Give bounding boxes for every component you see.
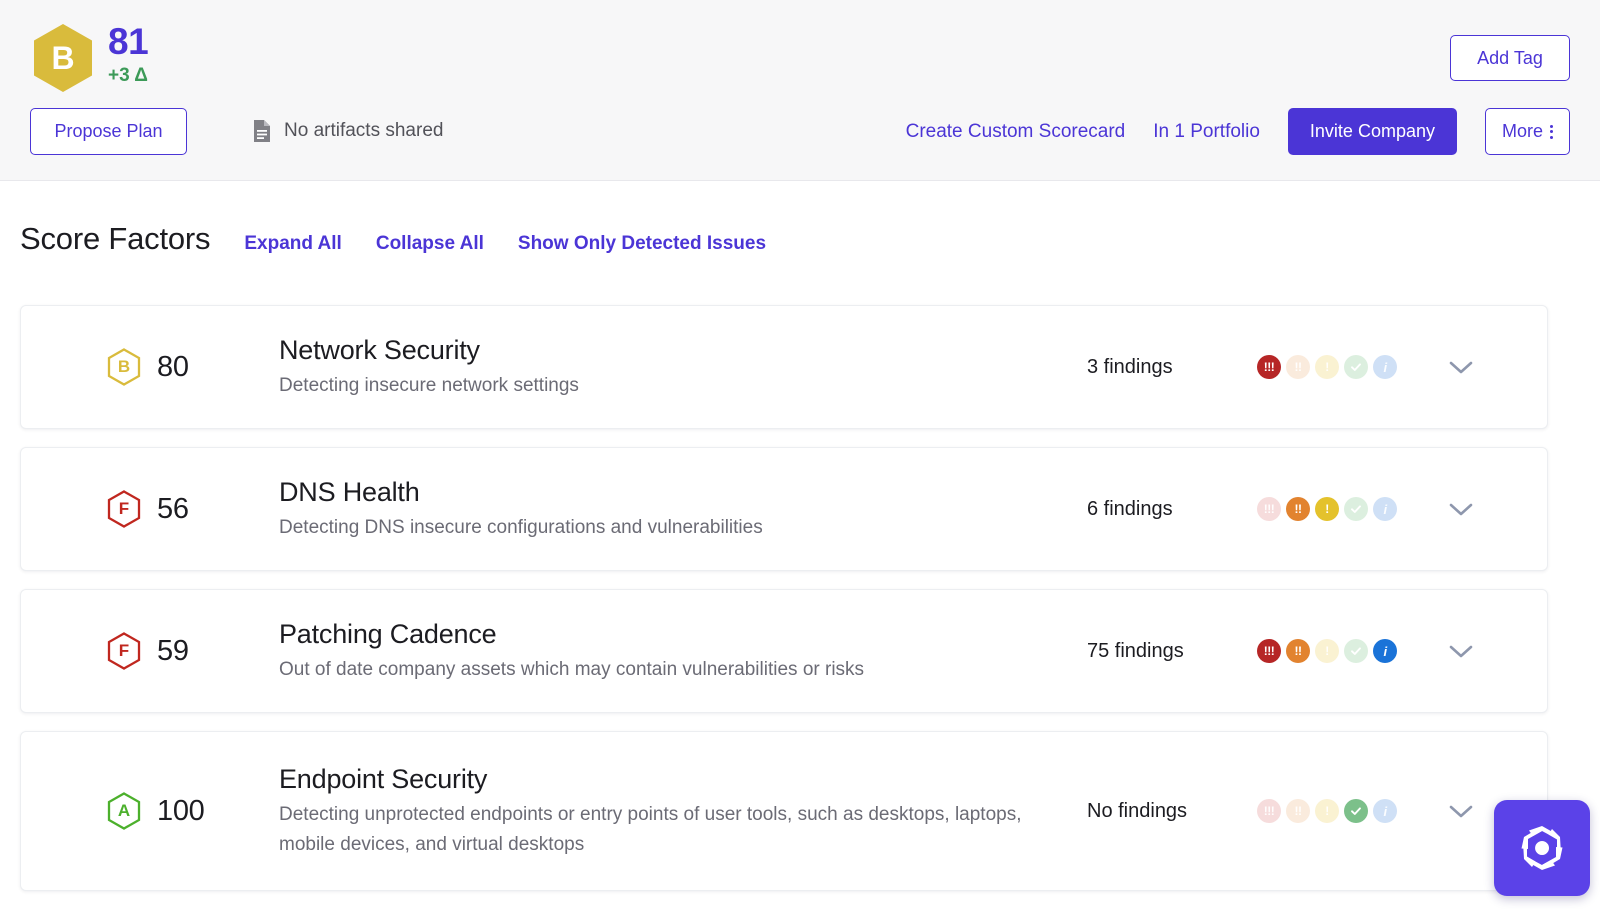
more-button[interactable]: More — [1485, 108, 1570, 155]
chevron-down-icon — [1448, 359, 1474, 375]
severity-badge-medium[interactable]: !! — [1286, 355, 1310, 379]
expand-toggle[interactable] — [1401, 643, 1521, 659]
factor-description: Detecting insecure network settings — [279, 371, 1057, 401]
factor-name: Network Security — [279, 333, 1057, 367]
score-factors-list: B 80 Network Security Detecting insecure… — [20, 305, 1548, 909]
factor-grade-hexagon-icon: F — [107, 632, 141, 670]
severity-badge-high[interactable]: !!! — [1257, 639, 1281, 663]
score-factor-card[interactable]: F 59 Patching Cadence Out of date compan… — [20, 589, 1548, 713]
info-cell: Network Security Detecting insecure netw… — [279, 333, 1087, 401]
severity-badge-info[interactable]: i — [1373, 799, 1397, 823]
severity-badge-high[interactable]: !!! — [1257, 799, 1281, 823]
artifacts-label: No artifacts shared — [284, 120, 443, 142]
factor-name: Patching Cadence — [279, 617, 1057, 651]
page-header: B 81 +3 Δ Propose Plan No artifacts shar… — [0, 0, 1600, 181]
severity-badges: !!!!!! i — [1257, 799, 1401, 823]
header-actions: Create Custom Scorecard In 1 Portfolio I… — [906, 108, 1570, 155]
factor-grade-letter: B — [107, 348, 141, 386]
hexagon-aperture-logo-icon — [1515, 821, 1569, 875]
propose-plan-button[interactable]: Propose Plan — [30, 108, 187, 155]
chevron-down-icon — [1448, 803, 1474, 819]
grade-cell: A 100 — [47, 792, 279, 830]
company-score-block: B 81 +3 Δ — [30, 22, 148, 94]
severity-badges: !!!!!! i — [1257, 639, 1401, 663]
factor-description: Out of date company assets which may con… — [279, 655, 1057, 685]
assistant-fab-button[interactable] — [1494, 800, 1590, 896]
severity-badge-info[interactable]: i — [1373, 639, 1397, 663]
severity-badge-positive[interactable] — [1344, 497, 1368, 521]
company-score: 81 — [108, 22, 148, 62]
factor-score: 59 — [157, 635, 189, 668]
findings-count: 6 findings — [1087, 498, 1257, 521]
artifacts-status: No artifacts shared — [252, 119, 443, 143]
factor-score: 80 — [157, 351, 189, 384]
in-portfolio-link[interactable]: In 1 Portfolio — [1153, 121, 1260, 143]
factor-score: 56 — [157, 493, 189, 526]
severity-badge-low[interactable]: ! — [1315, 355, 1339, 379]
factor-grade-letter: A — [107, 792, 141, 830]
company-grade-hexagon-icon: B — [30, 22, 96, 94]
severity-badge-high[interactable]: !!! — [1257, 355, 1281, 379]
chevron-down-icon — [1448, 643, 1474, 659]
add-tag-button[interactable]: Add Tag — [1450, 35, 1570, 81]
expand-all-link[interactable]: Expand All — [244, 233, 341, 255]
show-only-detected-issues-link[interactable]: Show Only Detected Issues — [518, 233, 766, 255]
info-cell: Endpoint Security Detecting unprotected … — [279, 762, 1087, 860]
factor-grade-letter: F — [107, 490, 141, 528]
company-score-delta: +3 Δ — [108, 64, 148, 88]
factor-grade-hexagon-icon: A — [107, 792, 141, 830]
severity-badge-medium[interactable]: !! — [1286, 497, 1310, 521]
expand-toggle[interactable] — [1401, 501, 1521, 517]
severity-badges: !!!!!! i — [1257, 355, 1401, 379]
factor-name: DNS Health — [279, 475, 1057, 509]
more-button-label: More — [1502, 121, 1543, 142]
company-grade-letter: B — [51, 42, 74, 74]
score-factor-card[interactable]: A 100 Endpoint Security Detecting unprot… — [20, 731, 1548, 891]
invite-company-button[interactable]: Invite Company — [1288, 108, 1457, 155]
expand-toggle[interactable] — [1401, 359, 1521, 375]
severity-badge-low[interactable]: ! — [1315, 799, 1339, 823]
severity-badges: !!!!!! i — [1257, 497, 1401, 521]
severity-badge-positive[interactable] — [1344, 355, 1368, 379]
grade-cell: F 59 — [47, 632, 279, 670]
severity-badge-medium[interactable]: !! — [1286, 639, 1310, 663]
score-factor-card[interactable]: B 80 Network Security Detecting insecure… — [20, 305, 1548, 429]
score-factor-card[interactable]: F 56 DNS Health Detecting DNS insecure c… — [20, 447, 1548, 571]
factor-description: Detecting unprotected endpoints or entry… — [279, 800, 1057, 860]
severity-badge-high[interactable]: !!! — [1257, 497, 1281, 521]
score-factors-header: Score Factors Expand All Collapse All Sh… — [20, 221, 766, 257]
create-custom-scorecard-link[interactable]: Create Custom Scorecard — [906, 121, 1126, 143]
severity-badge-info[interactable]: i — [1373, 497, 1397, 521]
findings-count: 3 findings — [1087, 356, 1257, 379]
chevron-down-icon — [1448, 501, 1474, 517]
grade-cell: B 80 — [47, 348, 279, 386]
severity-badge-positive[interactable] — [1344, 639, 1368, 663]
collapse-all-link[interactable]: Collapse All — [376, 233, 484, 255]
severity-badge-low[interactable]: ! — [1315, 497, 1339, 521]
severity-badge-low[interactable]: ! — [1315, 639, 1339, 663]
grade-cell: F 56 — [47, 490, 279, 528]
severity-badge-medium[interactable]: !! — [1286, 799, 1310, 823]
factor-score: 100 — [157, 795, 205, 828]
severity-badge-info[interactable]: i — [1373, 355, 1397, 379]
factor-description: Detecting DNS insecure configurations an… — [279, 513, 1057, 543]
factor-grade-hexagon-icon: B — [107, 348, 141, 386]
page-title: Score Factors — [20, 221, 210, 257]
info-cell: Patching Cadence Out of date company ass… — [279, 617, 1087, 685]
document-icon — [252, 119, 272, 143]
info-cell: DNS Health Detecting DNS insecure config… — [279, 475, 1087, 543]
factor-grade-hexagon-icon: F — [107, 490, 141, 528]
factor-name: Endpoint Security — [279, 762, 1057, 796]
kebab-menu-icon — [1550, 125, 1553, 139]
severity-badge-positive[interactable] — [1344, 799, 1368, 823]
findings-count: No findings — [1087, 800, 1257, 823]
findings-count: 75 findings — [1087, 640, 1257, 663]
factor-grade-letter: F — [107, 632, 141, 670]
